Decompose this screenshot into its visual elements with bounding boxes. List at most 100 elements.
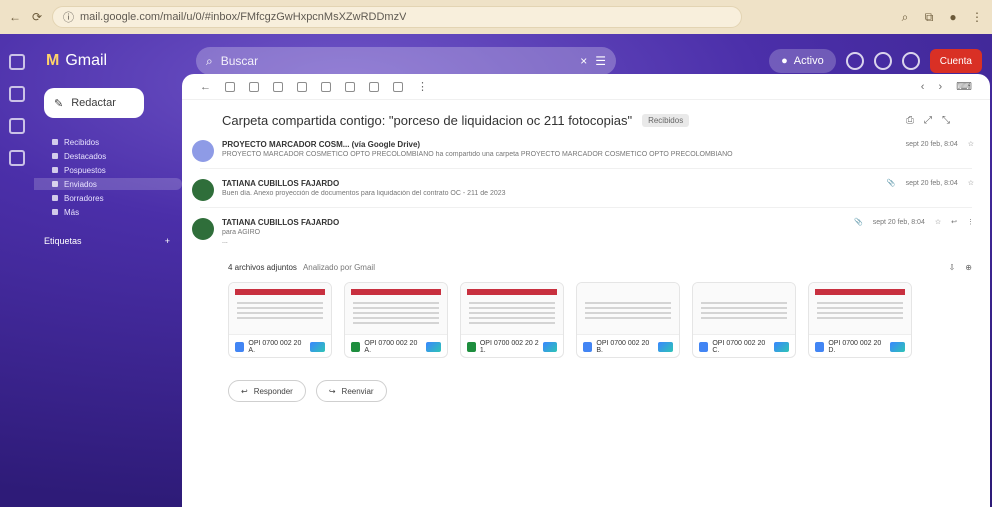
attachments-actions: ⇩ ⊕ [949, 263, 972, 272]
sidebar-item-inbox[interactable]: Recibidos [34, 136, 182, 148]
reply-button[interactable]: ↩ Responder [228, 380, 306, 402]
drive-icon[interactable] [542, 342, 557, 352]
gmail-logo[interactable]: M Gmail [46, 52, 176, 70]
attachment-card[interactable]: OPI 0700 002 20 D. [808, 282, 912, 358]
document-header-bar [815, 289, 905, 295]
email-subject: Carpeta compartida contigo: "porceso de … [222, 112, 633, 128]
address-bar[interactable]: ⓘ mail.google.com/mail/u/0/#inbox/FMfcgz… [52, 6, 742, 28]
drive-icon[interactable] [309, 342, 325, 352]
sheet-file-icon [467, 342, 476, 352]
back-to-list-icon[interactable]: ← [200, 81, 211, 93]
add-label-icon[interactable]: + [165, 236, 170, 246]
document-header-bar [467, 289, 557, 295]
reload-icon[interactable]: ⟳ [30, 10, 44, 24]
star-icon[interactable]: ☆ [968, 179, 974, 187]
apps-icon[interactable] [901, 52, 920, 70]
sidebar-item-starred[interactable]: Destacados [34, 150, 182, 162]
sidebar-item-sent[interactable]: Enviados [34, 178, 182, 190]
add-to-drive-icon[interactable]: ⊕ [965, 263, 972, 272]
search-options-icon[interactable]: ☰ [595, 54, 606, 68]
drive-icon[interactable] [774, 342, 789, 352]
star-icon[interactable]: ☆ [935, 218, 941, 226]
sidebar-nav: Recibidos Destacados Pospuestos Enviados… [34, 136, 182, 218]
snooze-icon[interactable] [321, 81, 331, 92]
subject-tag[interactable]: Recibidos [642, 113, 690, 127]
sidebar-item-drafts[interactable]: Borradores [34, 192, 182, 204]
message-3[interactable]: TATIANA CUBILLOS FAJARDO para AGIRO ... … [182, 218, 990, 245]
document-header-bar [235, 289, 325, 295]
rail-meet-icon[interactable] [9, 150, 25, 166]
clear-search-icon[interactable]: × [580, 54, 587, 68]
move-to-icon[interactable] [369, 81, 379, 92]
attachment-card[interactable]: OPI 0700 002 20 B. [576, 282, 680, 358]
message-toolbar: ← ⋮ ‹ › ⌨ [182, 74, 990, 100]
open-new-window-icon[interactable]: ⤢ [924, 115, 932, 126]
sidebar-item-snoozed[interactable]: Pospuestos [34, 164, 182, 176]
message-more-icon[interactable]: ⋮ [967, 218, 974, 226]
attachment-card[interactable]: OPI 0700 002 20 2 1. [460, 282, 564, 358]
add-task-icon[interactable] [345, 81, 355, 92]
status-dot-icon: ● [781, 55, 788, 67]
attachment-footer: OPI 0700 002 20 A. [229, 335, 331, 357]
left-rail [0, 34, 34, 507]
label-icon[interactable] [393, 81, 403, 92]
drive-icon[interactable] [890, 342, 905, 352]
compose-button[interactable]: ✎ Redactar [44, 88, 144, 118]
clock-icon [52, 167, 58, 173]
attachment-footer: OPI 0700 002 20 2 1. [461, 335, 563, 357]
profile-icon[interactable]: ● [946, 10, 960, 24]
status-chip[interactable]: ● Activo [769, 49, 836, 73]
attachment-name: OPI 0700 002 20 2 1. [479, 340, 539, 354]
search-bar[interactable]: ⌕ Buscar × ☰ [196, 47, 616, 75]
more-icon[interactable]: ⋮ [970, 10, 984, 24]
site-info-icon[interactable]: ⓘ [63, 9, 74, 25]
attachments-list: OPI 0700 002 20 A. OPI 0700 002 20 A. OP… [182, 282, 990, 358]
print-icon[interactable]: ⎙ [906, 115, 914, 126]
reply-icon[interactable]: ↩ [951, 218, 957, 226]
more-options-icon[interactable]: ⋮ [417, 80, 428, 93]
message-time: sept 20 feb, 8:04 [872, 218, 925, 226]
attachment-card[interactable]: OPI 0700 002 20 A. [344, 282, 448, 358]
reply-icon: ↩ [241, 386, 248, 396]
message-1[interactable]: PROYECTO MARCADOR COSM... (vía Google Dr… [182, 140, 990, 162]
drive-icon[interactable] [658, 342, 674, 352]
delete-icon[interactable] [273, 81, 283, 92]
drive-icon[interactable] [425, 342, 441, 352]
rail-menu-icon[interactable] [9, 54, 25, 70]
settings-icon[interactable] [873, 52, 892, 70]
document-lines [701, 299, 787, 322]
message-meta: 📎 sept 20 feb, 8:04 ☆ ↩ ⋮ [853, 218, 974, 227]
prev-icon[interactable]: ‹ [921, 81, 925, 93]
attachment-card[interactable]: OPI 0700 002 20 A. [228, 282, 332, 358]
archive-icon[interactable] [225, 81, 235, 92]
attachment-card[interactable]: OPI 0700 002 20 C. [692, 282, 796, 358]
next-icon[interactable]: › [938, 81, 942, 93]
back-icon[interactable]: ← [8, 10, 22, 24]
star-icon[interactable]: ☆ [968, 140, 974, 148]
mark-unread-icon[interactable] [297, 81, 307, 92]
extensions-icon[interactable]: ⧉ [922, 10, 936, 24]
document-header-bar [351, 289, 441, 295]
subject-actions: ⎙ ⤢ ⤡ [906, 115, 950, 126]
attachment-footer: OPI 0700 002 20 B. [577, 335, 679, 357]
account-button[interactable]: Cuenta [929, 49, 982, 73]
keyboard-icon[interactable]: ⌨ [956, 80, 972, 93]
sidebar: ✎ Redactar Recibidos Destacados Pospuest… [34, 88, 182, 507]
zoom-icon[interactable]: ⌕ [898, 10, 912, 24]
report-spam-icon[interactable] [249, 81, 259, 92]
forward-button[interactable]: ↪ Reenviar [315, 380, 387, 402]
doc-file-icon [235, 342, 245, 352]
download-all-icon[interactable]: ⇩ [949, 263, 956, 272]
attachment-icon: 📎 [853, 219, 863, 226]
forward-icon: ↪ [328, 386, 336, 396]
rail-mail-icon[interactable] [9, 86, 25, 102]
message-divider [200, 207, 972, 208]
doc-file-icon [583, 342, 593, 352]
reply-actions: ↩ Responder ↪ Reenviar [182, 380, 990, 402]
rail-chat-icon[interactable] [9, 118, 25, 134]
message-2[interactable]: TATIANA CUBILLOS FAJARDO Buen día. Anexo… [182, 179, 990, 201]
attachment-icon: 📎 [886, 180, 896, 187]
sidebar-item-more[interactable]: Más [34, 206, 182, 218]
expand-icon[interactable]: ⤡ [942, 115, 950, 126]
help-icon[interactable] [845, 52, 864, 70]
